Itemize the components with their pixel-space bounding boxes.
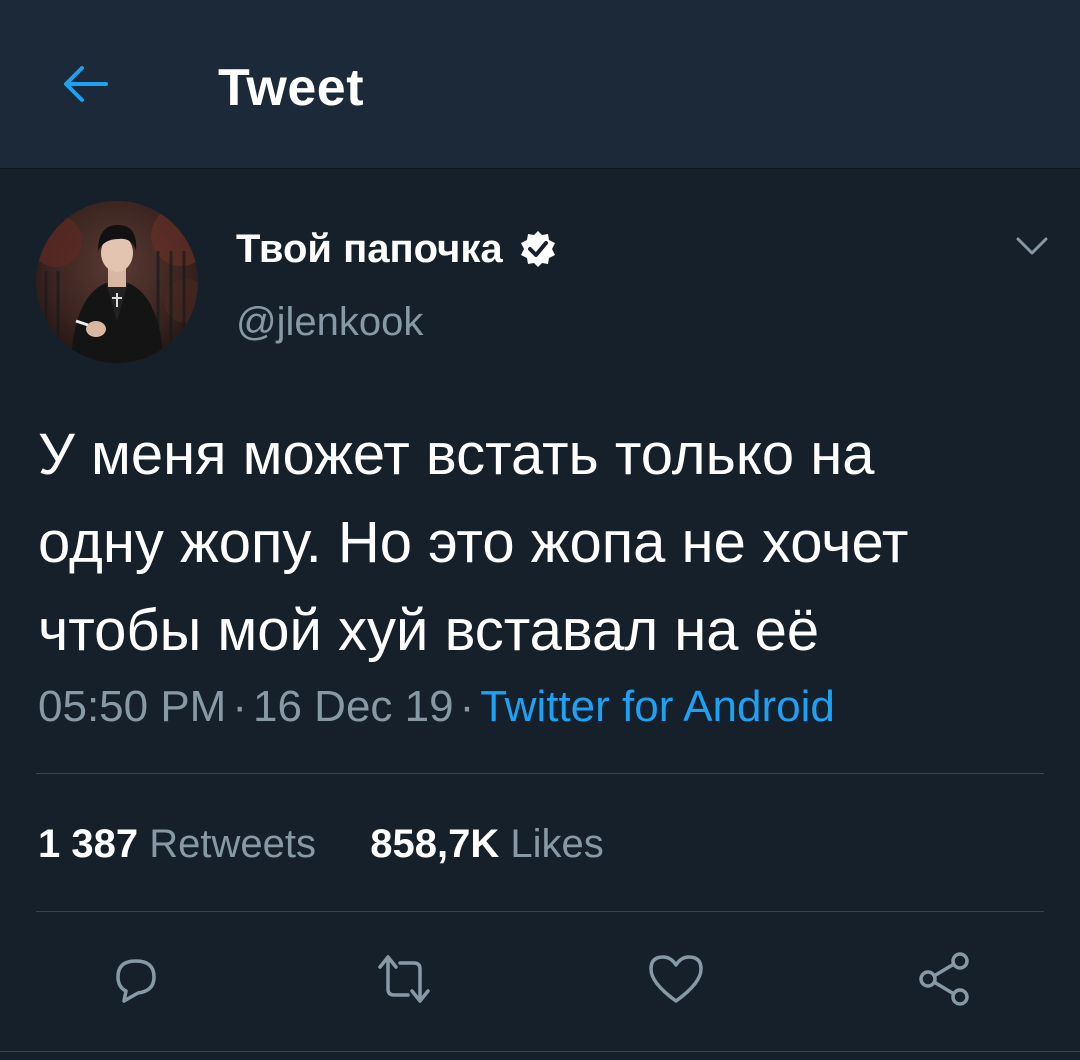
author-handle[interactable]: @jlenkook <box>236 297 423 347</box>
retweets-count: 1 387 <box>38 822 139 866</box>
author-name-row[interactable]: Твой папочка <box>236 221 559 277</box>
likes-label: Likes <box>510 822 604 866</box>
tweet-date: 16 Dec 19 <box>253 682 454 731</box>
likes-count: 858,7K <box>370 822 500 866</box>
avatar[interactable] <box>36 201 198 363</box>
tweet-stats: 1 387 Retweets 858,7K Likes <box>38 817 604 871</box>
tweet-detail: Твой папочка @jlenkook У меня может вста… <box>0 169 1080 1060</box>
back-button[interactable] <box>52 52 116 116</box>
heart-icon <box>649 955 703 1003</box>
reply-icon <box>116 959 156 1003</box>
top-app-bar: Tweet <box>0 0 1080 169</box>
tweet-time: 05:50 PM <box>38 682 227 731</box>
verified-badge-icon <box>517 228 559 270</box>
tweet-metadata: 05:50 PM · 16 Dec 19 · Twitter for Android <box>38 679 835 735</box>
tweet-actions-bar <box>0 939 1080 1019</box>
avatar-photo <box>36 201 198 363</box>
tweet-text: У меня может встать только на одну жопу.… <box>38 422 909 663</box>
retweets-stat[interactable]: 1 387 Retweets <box>38 822 316 866</box>
tweet-menu-button[interactable] <box>1014 229 1050 265</box>
page-title: Tweet <box>218 59 365 117</box>
retweet-button[interactable] <box>364 939 444 1019</box>
divider <box>0 1051 1080 1052</box>
retweets-label: Retweets <box>149 822 316 866</box>
reply-button[interactable] <box>96 939 176 1019</box>
author-display-name[interactable]: Твой папочка <box>236 221 503 277</box>
divider <box>36 911 1044 912</box>
retweet-icon <box>378 955 430 1003</box>
chevron-down-icon <box>1016 237 1048 255</box>
share-button[interactable] <box>904 939 984 1019</box>
share-icon <box>919 952 969 1006</box>
meta-separator: · <box>459 682 475 731</box>
arrow-left-icon <box>64 66 108 102</box>
likes-stat[interactable]: 858,7K Likes <box>370 822 604 866</box>
like-button[interactable] <box>636 939 716 1019</box>
divider <box>36 773 1044 774</box>
tweet-source-link[interactable]: Twitter for Android <box>480 682 835 731</box>
meta-separator: · <box>232 682 247 731</box>
